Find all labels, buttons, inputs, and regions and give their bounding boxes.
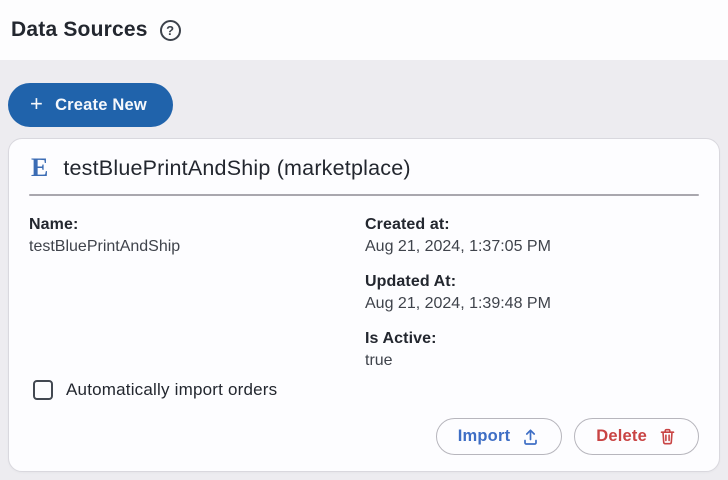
content-section: + Create New E testBluePrintAndShip (mar… — [0, 60, 728, 480]
help-icon[interactable]: ? — [159, 19, 181, 41]
delete-label: Delete — [596, 427, 647, 445]
trash-icon — [660, 428, 675, 445]
card-actions: Import Delete — [29, 418, 699, 455]
page-title: Data Sources — [11, 18, 148, 41]
field-column-left: Name: testBluePrintAndShip — [29, 214, 365, 372]
card-body: Name: testBluePrintAndShip Created at: A… — [9, 196, 719, 471]
updated-at-field: Updated At: Aug 21, 2024, 1:39:48 PM — [365, 271, 699, 315]
auto-import-checkbox-row[interactable]: Automatically import orders — [33, 380, 699, 400]
name-label: Name: — [29, 216, 79, 233]
name-value: testBluePrintAndShip — [29, 238, 181, 255]
source-logo-icon: E — [31, 153, 49, 182]
auto-import-checkbox[interactable] — [33, 380, 53, 400]
is-active-label: Is Active: — [365, 330, 437, 347]
plus-icon: + — [30, 91, 44, 116]
created-at-field: Created at: Aug 21, 2024, 1:37:05 PM — [365, 214, 699, 258]
updated-at-value: Aug 21, 2024, 1:39:48 PM — [365, 295, 551, 312]
name-field: Name: testBluePrintAndShip — [29, 214, 365, 258]
import-label: Import — [457, 427, 511, 445]
create-new-label: Create New — [55, 95, 147, 114]
field-columns: Name: testBluePrintAndShip Created at: A… — [29, 214, 699, 372]
field-column-right: Created at: Aug 21, 2024, 1:37:05 PM Upd… — [365, 214, 699, 372]
updated-at-label: Updated At: — [365, 273, 457, 290]
created-at-label: Created at: — [365, 216, 450, 233]
created-at-value: Aug 21, 2024, 1:37:05 PM — [365, 238, 551, 255]
auto-import-label: Automatically import orders — [66, 380, 278, 399]
upload-icon — [524, 429, 538, 445]
card-title: testBluePrintAndShip (marketplace) — [63, 155, 411, 180]
delete-button[interactable]: Delete — [574, 418, 699, 455]
is-active-value: true — [365, 352, 393, 369]
create-new-button[interactable]: + Create New — [8, 83, 173, 127]
data-source-card: E testBluePrintAndShip (marketplace) Nam… — [8, 138, 720, 472]
is-active-field: Is Active: true — [365, 328, 699, 372]
import-button[interactable]: Import — [435, 418, 563, 455]
data-sources-page: Data Sources ? + Create New E testBluePr… — [0, 0, 728, 480]
card-header: E testBluePrintAndShip (marketplace) — [9, 139, 719, 194]
page-header: Data Sources ? — [0, 0, 728, 60]
